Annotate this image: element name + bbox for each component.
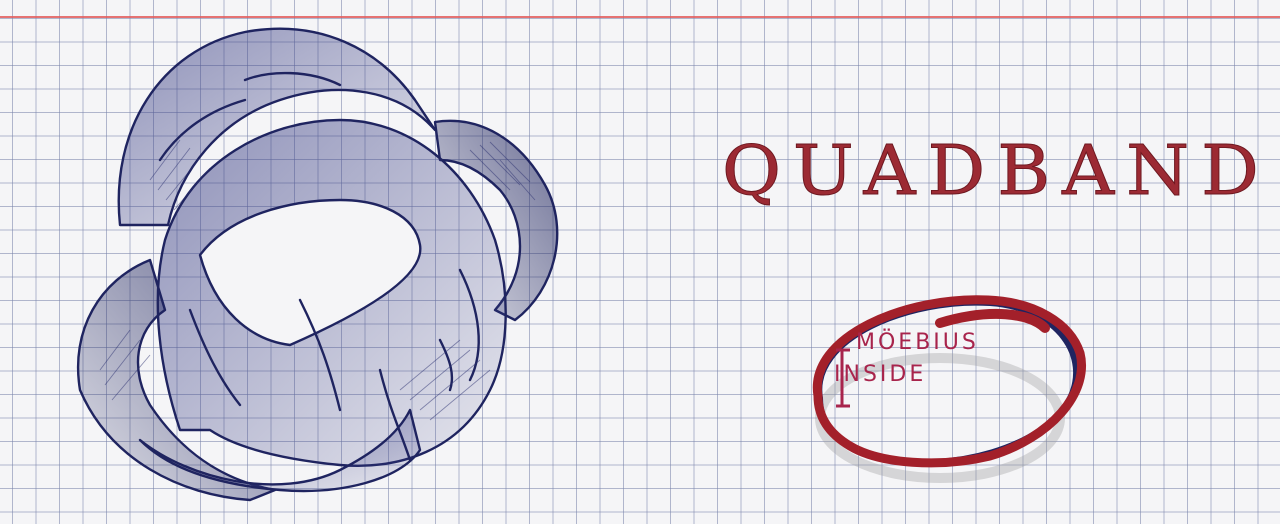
logo-swoosh-ring [812,295,1086,483]
quadband-title: QUADBAND [722,130,1271,211]
logo-text-inside: INSIDE [834,362,927,387]
logo-text-moebius: MÖEBIUS [856,330,979,355]
moebius-inside-logo: MÖEBIUS INSIDE [790,278,1100,498]
quadband-knot-drawing [76,27,559,502]
graph-paper-sheet: QUADBAND MÖEBIUS INSIDE [0,0,1280,524]
